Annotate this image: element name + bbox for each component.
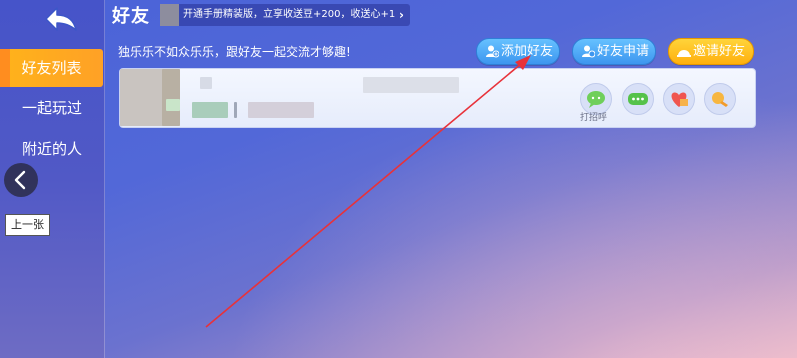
- avatar-shade: [162, 69, 180, 126]
- chat-icon: [628, 93, 648, 105]
- page-title: 好友: [112, 6, 150, 27]
- greet-label: 打招呼: [580, 113, 608, 123]
- previous-button[interactable]: [4, 163, 38, 197]
- chat-button[interactable]: [622, 83, 654, 115]
- add-friend-button[interactable]: 添加好友: [476, 38, 560, 65]
- promo-banner[interactable]: 开通手册精装版，立享收送豆+200，收送心+1 ›: [160, 4, 410, 26]
- previous-tooltip: 上一张: [5, 214, 50, 236]
- promo-thumbnail: [160, 4, 179, 26]
- send-heart-button[interactable]: [663, 83, 695, 115]
- friend-status-redacted: [363, 77, 459, 93]
- chevron-right-icon: ›: [399, 8, 404, 22]
- sidebar-item-label: 附近的人: [21, 140, 82, 158]
- back-button[interactable]: [44, 6, 78, 32]
- friend-name-redacted: [200, 77, 212, 89]
- chevron-left-icon: [14, 170, 26, 190]
- avatar-detail: [166, 99, 180, 111]
- sidebar-item-label: 一起玩过: [21, 99, 82, 117]
- sidebar-item-friend-list[interactable]: 好友列表: [0, 49, 103, 87]
- divider: [234, 102, 237, 118]
- friend-requests-button[interactable]: 好友申请: [572, 38, 656, 65]
- gift-icon: [712, 92, 728, 107]
- friend-level-redacted: [192, 102, 228, 118]
- sidebar-item-label: 好友列表: [21, 59, 82, 77]
- user-request-icon: [582, 45, 595, 58]
- back-arrow-icon: [45, 7, 77, 31]
- friend-list-item[interactable]: 打招呼: [119, 68, 756, 128]
- invite-icon: [677, 50, 691, 57]
- send-gift-button[interactable]: [704, 83, 736, 115]
- send-heart-icon: [671, 92, 688, 107]
- page-subtitle: 独乐乐不如众乐乐，跟好友一起交流才够趣!: [118, 45, 351, 59]
- invite-friends-label: 邀请好友: [693, 44, 746, 59]
- sidebar-item-played-together[interactable]: 一起玩过: [0, 89, 104, 127]
- friend-requests-label: 好友申请: [597, 44, 650, 59]
- friend-info-redacted: [248, 102, 314, 118]
- add-user-icon: [486, 45, 499, 58]
- add-friend-label: 添加好友: [501, 44, 554, 59]
- invite-friends-button[interactable]: 邀请好友: [668, 38, 754, 65]
- promo-text: 开通手册精装版，立享收送豆+200，收送心+1: [183, 9, 396, 20]
